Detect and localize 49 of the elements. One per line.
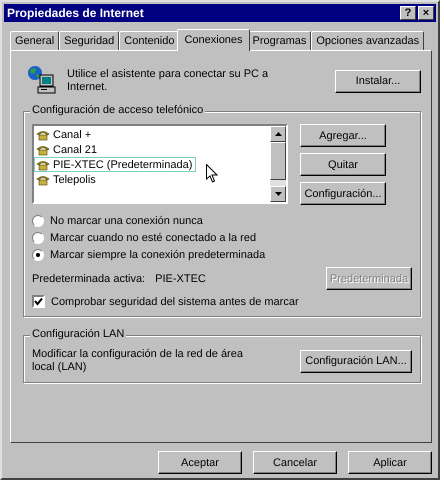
phone-icon — [36, 144, 50, 156]
tab[interactable]: Conexiones — [177, 29, 250, 51]
remove-button[interactable]: Quitar — [300, 153, 386, 176]
phone-icon — [36, 174, 50, 186]
wizard-text: Utilice el asistente para conectar su PC a Internet. — [67, 68, 270, 94]
apply-button[interactable]: Aplicar — [348, 451, 432, 474]
tab[interactable]: Seguridad — [59, 31, 120, 50]
active-value: PIE-XTEC — [155, 272, 206, 284]
phone-icon — [36, 158, 50, 170]
lan-text: Modificar la configuración de la red de área local (LAN) — [32, 348, 244, 374]
install-button[interactable]: Instalar... — [335, 70, 421, 92]
add-button[interactable]: Agregar... — [300, 124, 386, 147]
cancel-button[interactable]: Cancelar — [253, 451, 337, 474]
connection-item[interactable]: Telepolis — [34, 172, 100, 187]
scroll-down-button[interactable] — [270, 186, 286, 202]
tab[interactable]: Contenido — [119, 31, 180, 50]
checkbox[interactable] — [32, 295, 45, 308]
radio-button[interactable] — [32, 215, 44, 227]
lan-settings-button[interactable]: Configuración LAN... — [300, 350, 412, 372]
down-arrow-icon — [274, 192, 282, 196]
checkbox-label: Comprobar seguridad del sistema antes de marcar — [51, 296, 299, 308]
radio-label: No marcar una conexión nunca — [50, 215, 203, 227]
connection-item[interactable]: PIE-XTEC (Predeterminada) — [34, 157, 196, 172]
close-button[interactable]: × — [418, 6, 434, 20]
scroll-up-button[interactable] — [270, 126, 286, 142]
radio-button[interactable] — [32, 249, 44, 261]
tab[interactable]: Opciones avanzadas — [311, 31, 424, 50]
group-title: Configuración LAN — [30, 328, 126, 340]
cursor-icon — [206, 164, 218, 183]
active-label: Predeterminada activa: — [32, 272, 146, 284]
connection-name: Canal 21 — [53, 144, 98, 156]
tab[interactable]: General — [10, 31, 60, 50]
connection-item[interactable]: Canal + — [34, 127, 96, 142]
group-title: Configuración de acceso telefónico — [30, 104, 206, 116]
scroll-thumb[interactable] — [270, 142, 286, 180]
tab[interactable]: Programas — [248, 31, 312, 50]
window-title: Propiedades de Internet — [7, 6, 144, 20]
radio-label: Marcar siempre la conexión predeterminada — [50, 249, 266, 261]
help-button[interactable]: ? — [400, 6, 416, 20]
ok-button[interactable]: Aceptar — [158, 451, 242, 474]
phone-icon — [36, 128, 50, 140]
radio-label: Marcar cuando no esté conectado a la red — [50, 232, 256, 244]
connection-item[interactable]: Canal 21 — [34, 142, 102, 157]
up-arrow-icon — [274, 132, 282, 136]
radio-button[interactable] — [32, 232, 44, 244]
connection-name: PIE-XTEC (Predeterminada) — [53, 158, 192, 170]
settings-button[interactable]: Configuración... — [300, 182, 386, 205]
connection-name: Canal + — [53, 128, 92, 140]
connection-name: Telepolis — [53, 174, 96, 186]
